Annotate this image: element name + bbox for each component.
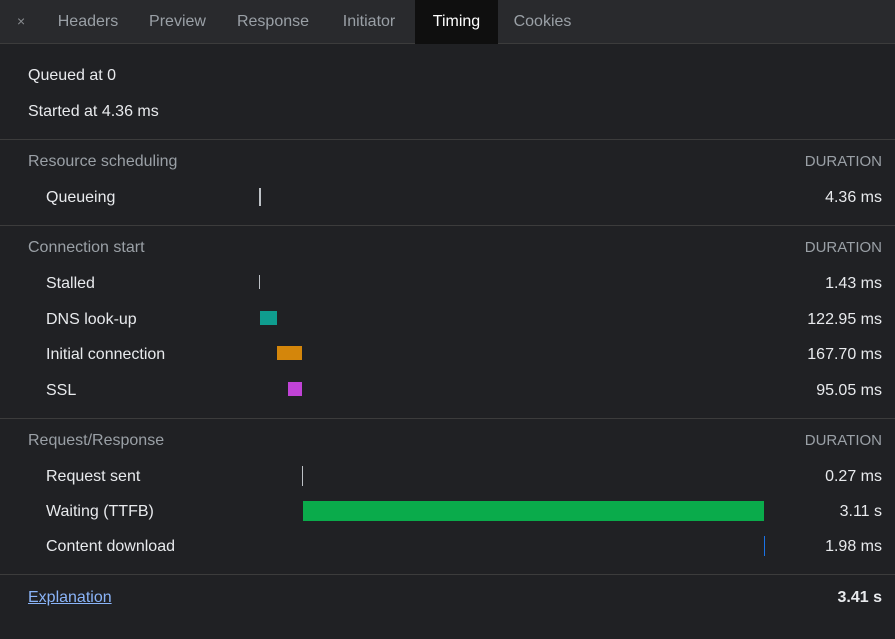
timing-bar-request-sent: [302, 466, 303, 486]
timing-bar-queueing: [259, 188, 261, 206]
section-divider: [0, 225, 895, 226]
timing-bar-initial-connection: [277, 346, 302, 360]
tab-response[interactable]: Response: [222, 0, 324, 44]
row-label-dns-lookup: DNS look-up: [46, 311, 137, 328]
tab-preview[interactable]: Preview: [135, 0, 220, 44]
timing-panel: × Headers Preview Response Initiator Tim…: [0, 0, 895, 639]
row-label-stalled: Stalled: [46, 275, 95, 292]
section-title-connection-start: Connection start: [28, 239, 145, 256]
tab-initiator[interactable]: Initiator: [324, 0, 414, 44]
row-value-ssl: 95.05 ms: [816, 382, 882, 399]
row-value-content-download: 1.98 ms: [825, 538, 882, 555]
section-divider: [0, 139, 895, 140]
duration-header: DURATION: [804, 153, 882, 170]
section-divider: [0, 418, 895, 419]
row-label-initial-connection: Initial connection: [46, 346, 166, 363]
duration-header: DURATION: [804, 432, 882, 449]
row-value-queueing: 4.36 ms: [825, 189, 882, 206]
timing-bar-ssl: [288, 382, 302, 396]
explanation-link[interactable]: Explanation: [28, 588, 112, 608]
footer-divider: [0, 574, 895, 575]
row-value-waiting-ttfb: 3.11 s: [839, 503, 882, 520]
started-at-text: Started at 4.36 ms: [28, 103, 159, 120]
timing-bar-content-download: [764, 536, 765, 556]
row-value-initial-connection: 167.70 ms: [807, 346, 882, 363]
row-label-ssl: SSL: [46, 382, 77, 399]
timing-bar-waiting-ttfb: [303, 501, 764, 521]
section-title-request-response: Request/Response: [28, 432, 165, 449]
row-label-request-sent: Request sent: [46, 468, 141, 485]
row-label-content-download: Content download: [46, 538, 175, 555]
row-label-waiting-ttfb: Waiting (TTFB): [46, 503, 154, 520]
section-title-resource-scheduling: Resource scheduling: [28, 153, 178, 170]
close-icon[interactable]: ×: [17, 13, 25, 29]
tab-cookies[interactable]: Cookies: [498, 0, 587, 44]
timing-bar-dns-lookup: [260, 311, 277, 325]
tab-headers[interactable]: Headers: [41, 0, 135, 44]
tab-bar: × Headers Preview Response Initiator Tim…: [0, 0, 895, 44]
row-label-queueing: Queueing: [46, 189, 116, 206]
queued-at-text: Queued at 0: [28, 67, 117, 84]
row-value-request-sent: 0.27 ms: [825, 468, 882, 485]
tab-timing[interactable]: Timing: [415, 0, 498, 44]
timing-bar-stalled: [259, 275, 260, 289]
row-value-stalled: 1.43 ms: [825, 275, 882, 292]
row-value-dns-lookup: 122.95 ms: [807, 311, 882, 328]
duration-header: DURATION: [804, 239, 882, 256]
total-duration: 3.41 s: [837, 589, 882, 606]
